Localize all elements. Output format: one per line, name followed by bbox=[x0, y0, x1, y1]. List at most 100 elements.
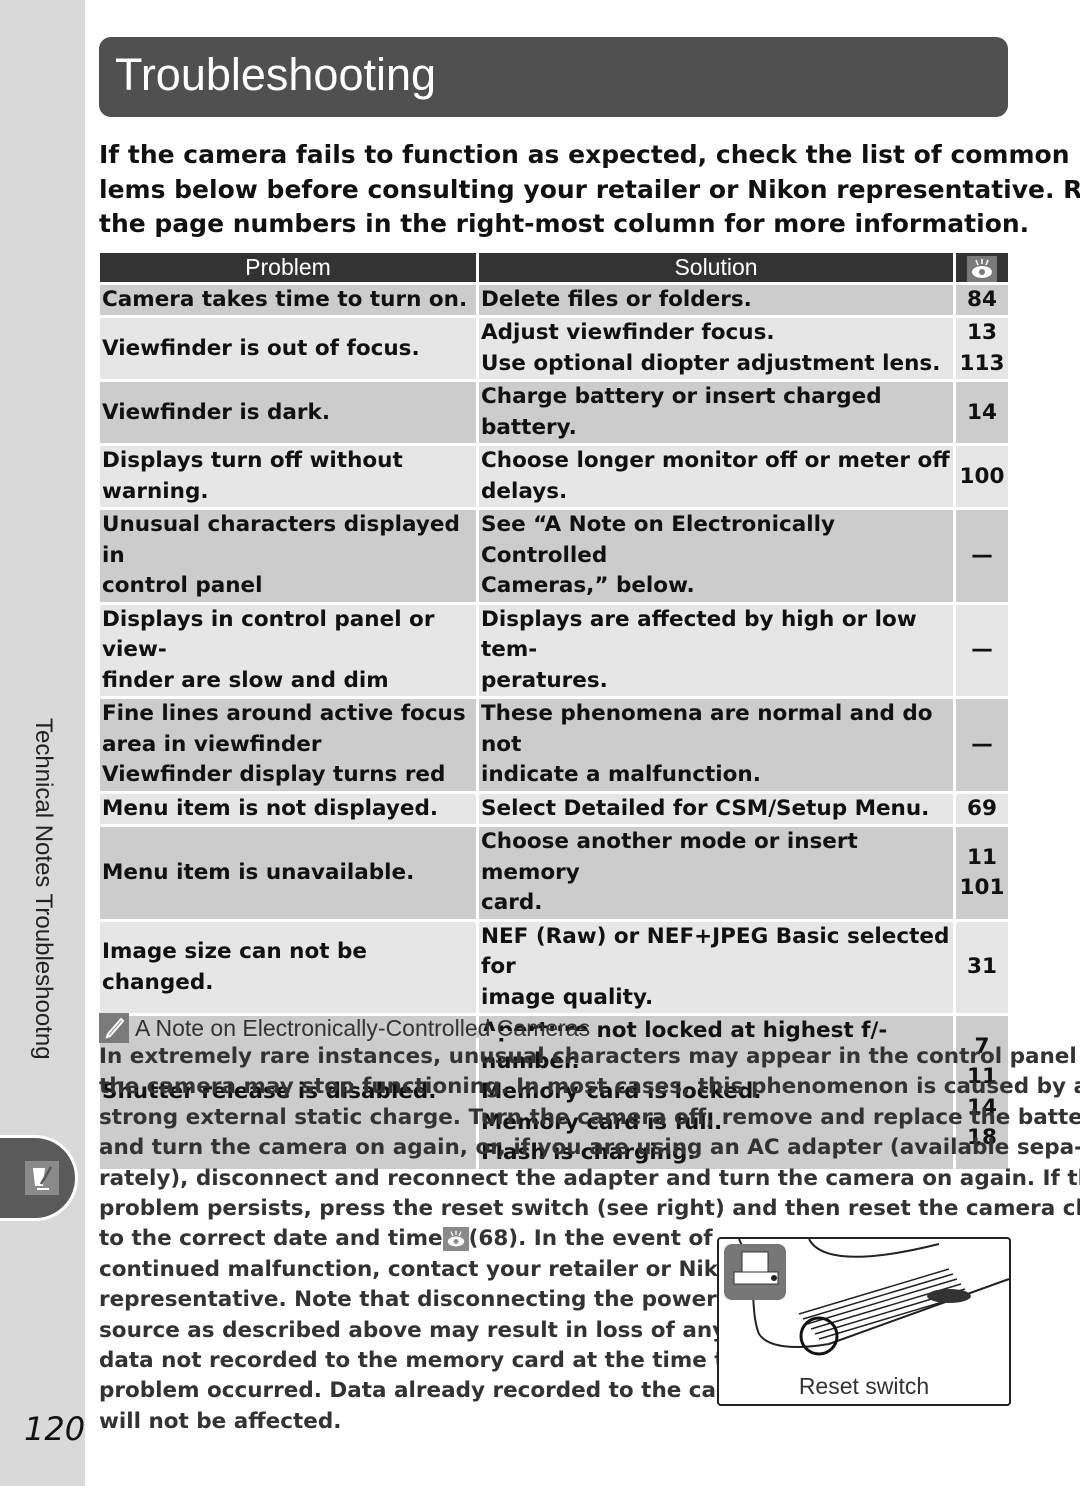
page-ref[interactable]: 69 bbox=[958, 794, 1006, 825]
intro-line: the page numbers in the right-most colum… bbox=[99, 209, 1030, 238]
page-ref-cell: 69 bbox=[956, 793, 1008, 825]
problem-cell: Displays in control panel or view-finder… bbox=[100, 604, 476, 697]
solution-text: image quality. bbox=[481, 984, 654, 1010]
problem-text: Viewfinder is dark. bbox=[102, 399, 330, 425]
note-line: the camera may stop functioning. In most… bbox=[99, 1074, 1080, 1100]
title-bar: Troubleshooting bbox=[99, 37, 1008, 117]
problem-text: Unusual characters displayed in bbox=[102, 512, 460, 568]
solution-cell: NEF (Raw) or NEF+JPEG Basic selected for… bbox=[479, 921, 953, 1014]
table-row: Displays in control panel or view-finder… bbox=[100, 604, 1008, 697]
page-ref-cell: 13 113 bbox=[956, 318, 1008, 380]
solution-cell: Displays are affected by high or low tem… bbox=[479, 604, 953, 697]
note-line: rately), disconnect and reconnect the ad… bbox=[99, 1165, 1080, 1191]
solution-text: Cameras,” below. bbox=[481, 573, 695, 599]
problem-cell: Displays turn off without warning. bbox=[100, 446, 476, 508]
page-ref-cell: — bbox=[956, 510, 1008, 602]
page-ref-cell: — bbox=[956, 604, 1008, 697]
solution-text: Charge battery or insert charged battery… bbox=[481, 384, 882, 440]
table-row: Fine lines around active focus area in v… bbox=[100, 699, 1008, 791]
section-label: Technical Notes Troubleshootng bbox=[30, 718, 57, 1060]
table-row: Unusual characters displayed in control p… bbox=[100, 510, 1008, 602]
header-solution: Solution bbox=[479, 253, 953, 282]
problem-text: control panel bbox=[102, 573, 263, 599]
solution-cell: Choose another mode or insert memory card… bbox=[479, 827, 953, 919]
page-title: Troubleshooting bbox=[115, 49, 437, 100]
solution-text: Use optional diopter adjustment lens. bbox=[481, 350, 941, 376]
page-ref[interactable]: — bbox=[958, 541, 1006, 572]
note-line: problem persists, press the reset switch… bbox=[99, 1196, 1080, 1222]
problem-text: finder are slow and dim bbox=[102, 667, 389, 693]
page-ref[interactable]: — bbox=[958, 730, 1006, 761]
table-header-row: Problem Solution bbox=[100, 253, 1008, 282]
page-ref[interactable]: 31 bbox=[958, 952, 1006, 983]
problem-cell: Camera takes time to turn on. bbox=[100, 284, 476, 316]
page-ref[interactable]: 14 bbox=[958, 398, 1006, 429]
note-heading: A Note on Electronically-Controlled Came… bbox=[99, 1013, 591, 1043]
problem-cell: Image size can not be changed. bbox=[100, 921, 476, 1014]
table-row: Image size can not be changed. NEF (Raw) … bbox=[100, 921, 1008, 1014]
page-ref[interactable]: 100 bbox=[958, 462, 1006, 493]
problem-cell: Fine lines around active focus area in v… bbox=[100, 699, 476, 791]
problem-text: Displays turn off without warning. bbox=[102, 448, 403, 504]
table-row: Viewfinder is out of focus. Adjust viewfi… bbox=[100, 318, 1008, 380]
figure-caption: Reset switch bbox=[798, 1373, 930, 1399]
solution-text: Displays are affected by high or low tem… bbox=[481, 606, 917, 663]
problem-text: Menu item is unavailable. bbox=[102, 859, 415, 885]
solution-text: Adjust viewfinder focus. bbox=[481, 320, 775, 346]
page-ref[interactable]: — bbox=[958, 635, 1006, 666]
camera-hotshoe-icon bbox=[724, 1244, 786, 1300]
page-ref[interactable]: 113 bbox=[958, 349, 1006, 380]
table-row: Menu item is unavailable. Choose another … bbox=[100, 827, 1008, 919]
page-ref-cell: 100 bbox=[956, 446, 1008, 508]
note-line: strong external static charge. Turn the … bbox=[99, 1104, 1080, 1130]
eye-icon bbox=[442, 1227, 469, 1252]
note-title: A Note on Electronically-Controlled Came… bbox=[135, 1014, 591, 1042]
page-ref-cell: 31 bbox=[956, 921, 1008, 1014]
problem-cell: Viewfinder is dark. bbox=[100, 382, 476, 444]
problem-text: area in viewfinder bbox=[102, 731, 322, 757]
problem-text: Displays in control panel or view- bbox=[102, 606, 435, 663]
header-problem: Problem bbox=[100, 253, 476, 282]
problem-text: Viewfinder is out of focus. bbox=[102, 335, 420, 361]
page-ref-cell: 14 bbox=[956, 382, 1008, 444]
solution-cell: Select Detailed for CSM/Setup Menu. bbox=[479, 793, 953, 825]
problem-text: Fine lines around active focus bbox=[102, 701, 466, 727]
table-row: Camera takes time to turn on. Delete file… bbox=[100, 284, 1008, 316]
problem-text: Camera takes time to turn on. bbox=[102, 286, 468, 312]
eye-icon bbox=[967, 255, 997, 282]
solution-text: delays. bbox=[481, 478, 568, 504]
problem-cell: Menu item is unavailable. bbox=[100, 827, 476, 919]
solution-cell: Adjust viewfinder focus. Use optional dio… bbox=[479, 318, 953, 380]
solution-cell: See “A Note on Electronically Controlled… bbox=[479, 510, 953, 602]
table-row: Viewfinder is dark. Charge battery or ins… bbox=[100, 382, 1008, 444]
pencil-note-icon bbox=[25, 1161, 59, 1195]
solution-text: See “A Note on Electronically Controlled bbox=[481, 512, 836, 568]
table-row: Displays turn off without warning. Choose… bbox=[100, 446, 1008, 508]
intro-line: lems below before consulting your retail… bbox=[99, 174, 1080, 204]
problem-text: Image size can not be changed. bbox=[102, 939, 367, 995]
solution-text: Choose longer monitor off or meter off bbox=[481, 448, 950, 474]
solution-text: NEF (Raw) or NEF+JPEG Basic selected for bbox=[481, 923, 950, 980]
page-ref[interactable]: 84 bbox=[958, 285, 1006, 316]
page-ref-cell: 11 101 bbox=[956, 827, 1008, 919]
solution-cell: These phenomena are normal and do not ind… bbox=[479, 699, 953, 791]
solution-cell: Charge battery or insert charged battery… bbox=[479, 382, 953, 444]
header-page bbox=[956, 253, 1008, 282]
solution-text: card. bbox=[481, 890, 543, 916]
page-ref[interactable]: 11 bbox=[958, 843, 1006, 874]
solution-cell: Choose longer monitor off or meter off de… bbox=[479, 446, 953, 508]
note-line: and turn the camera on again, or, if you… bbox=[99, 1135, 1080, 1161]
intro-line: If the camera fails to function as expec… bbox=[99, 140, 1080, 169]
note-line: In extremely rare instances, unusual cha… bbox=[99, 1044, 1080, 1069]
page-ref[interactable]: 101 bbox=[958, 873, 1006, 904]
solution-text: These phenomena are normal and do not bbox=[481, 701, 933, 757]
solution-text: Select Detailed for CSM/Setup Menu. bbox=[481, 795, 930, 821]
note-line-text: to the correct date and time bbox=[99, 1226, 443, 1252]
problem-text: Viewfinder display turns red bbox=[102, 762, 446, 788]
problem-cell: Menu item is not displayed. bbox=[100, 793, 476, 825]
page-ref-cell: 84 bbox=[956, 284, 1008, 316]
page-reference: (68). In the event of bbox=[468, 1226, 713, 1252]
page-ref[interactable]: 13 bbox=[958, 318, 1006, 349]
solution-cell: Delete files or folders. bbox=[479, 284, 953, 316]
solution-text: peratures. bbox=[481, 667, 608, 693]
